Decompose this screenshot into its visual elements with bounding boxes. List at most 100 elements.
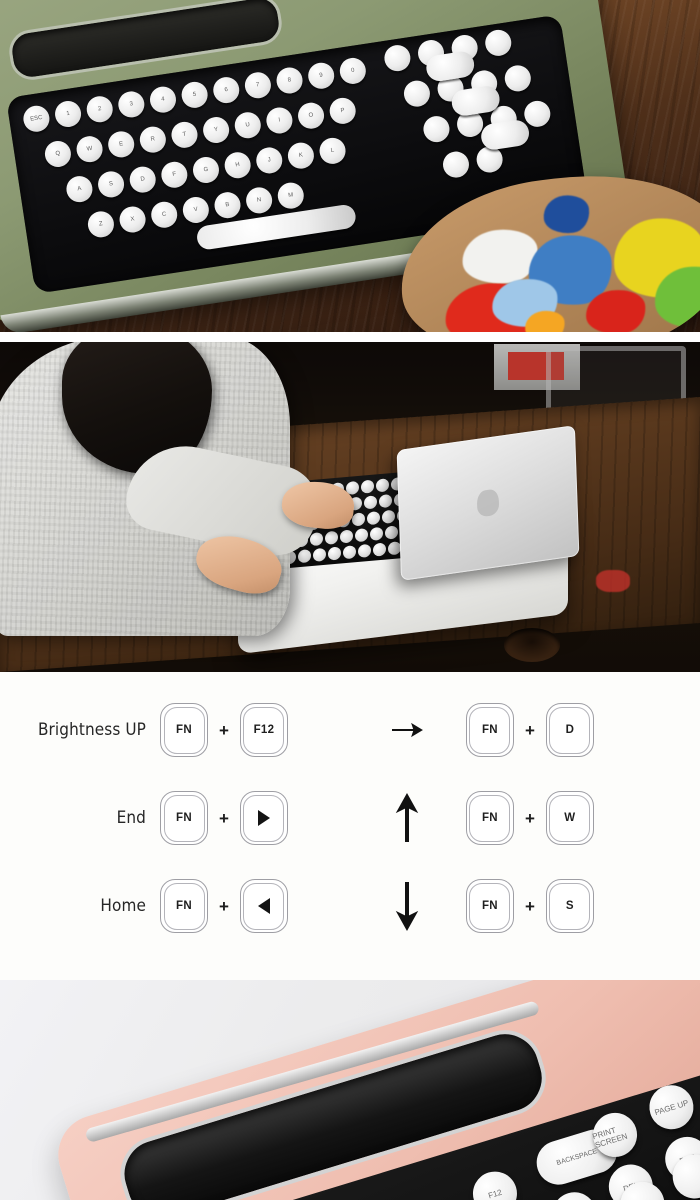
left-key-combo: FN +: [160, 879, 288, 933]
key-glyph-left[interactable]: [239, 791, 288, 845]
right-key-combo: FN + S: [465, 879, 594, 933]
key-d-right[interactable]: D: [545, 703, 594, 757]
photo-keycap: 6: [211, 75, 242, 105]
photo-keycap: PAGE UP: [643, 1079, 699, 1135]
key-fn-right[interactable]: FN: [465, 703, 514, 757]
photo-keycap: T: [169, 120, 200, 150]
photo-keycap: U: [232, 110, 263, 141]
red-paint-mark: [596, 570, 630, 592]
triangle-right-icon: [257, 810, 270, 826]
docked-tablet: [396, 425, 580, 581]
triangle-left-icon: [257, 898, 270, 914]
pink-keyboard-body: F7F8F9F10F11F12BACKSPACEPRINT SCREENPAGE…: [48, 980, 700, 1200]
photo-keycap: C: [149, 199, 180, 230]
photo-keycap: P: [327, 96, 358, 126]
key-glyph-left[interactable]: [239, 879, 288, 933]
photo-keycap: Y: [201, 115, 231, 145]
key-cap-label: FN: [176, 812, 192, 824]
plus-separator: +: [219, 808, 229, 828]
photo-keycap: G: [191, 155, 221, 185]
key-fn-left[interactable]: FN: [160, 703, 208, 757]
photo-keycap: 8: [274, 65, 305, 96]
key-s-right[interactable]: S: [545, 879, 594, 933]
plus-separator: +: [524, 896, 535, 916]
photo-keycap: 7: [243, 70, 273, 101]
photo-keycap: 4: [148, 84, 178, 115]
photo-keycap: 0: [338, 56, 368, 86]
plus-separator: +: [219, 896, 229, 916]
photo-keycap: [421, 114, 452, 144]
key-cap-label: FN: [176, 900, 192, 912]
photo-keycap: [373, 542, 386, 557]
photo-keycap: Q: [43, 139, 73, 169]
tablet-logo: [476, 488, 500, 518]
key-cap-label: FN: [481, 900, 498, 912]
key-cap-label: FN: [481, 724, 498, 736]
key-cap-label: S: [565, 900, 574, 912]
photo-pink-keyboard-closeup: F7F8F9F10F11F12BACKSPACEPRINT SCREENPAGE…: [0, 980, 700, 1200]
photo-green-keyboard-on-wooden-desk: ESC 1 2 3 4 5 6 7 8 9 0 Q W E R T Y U I O P A S D F G H J K L Z X C V B N M: [0, 0, 700, 332]
photo-keycap: 9: [306, 60, 336, 91]
key-cap-label: D: [565, 724, 575, 736]
photo-keycap: INSERT: [547, 1186, 602, 1200]
photo-keycap: 2: [84, 94, 115, 125]
photo-keycap: [402, 78, 432, 109]
photo-keycap: W: [74, 134, 105, 164]
paint-blob: [541, 192, 592, 237]
photo-keycap: 5: [179, 80, 210, 110]
photo-keycap: [325, 530, 338, 545]
photo-keycap: I: [264, 105, 295, 136]
photo-keycap: [340, 529, 353, 544]
plus-separator: +: [219, 720, 229, 740]
shortcut-row: Brightness UP FN + F12 FN + D: [0, 686, 700, 774]
product-detail-page: ESC 1 2 3 4 5 6 7 8 9 0 Q W E R T Y U I O P A S D F G H J K L Z X C V B N M …: [0, 0, 700, 1200]
photo-keycap: 3: [116, 89, 147, 120]
function-key-shortcut-panel: Brightness UP FN + F12 FN + D End FN + FN + W Home FN +…: [0, 672, 700, 980]
photo-keycap-wide: [479, 118, 531, 152]
shortcut-label: End: [116, 808, 146, 828]
arrow-right-icon: [348, 704, 466, 756]
photo-keycap: ESC: [21, 103, 52, 134]
key-fn-right[interactable]: FN: [465, 791, 514, 845]
key-f12-left[interactable]: F12: [239, 703, 288, 757]
key-fn-left[interactable]: FN: [160, 879, 208, 933]
photo-keycap: [502, 63, 533, 94]
photo-keycap: K: [286, 140, 316, 171]
photo-keycap: [364, 495, 377, 510]
photo-keycap: [370, 526, 383, 541]
right-key-combo: FN + W: [465, 791, 594, 845]
key-cap-label: FN: [481, 812, 498, 824]
photo-keycap: [382, 43, 413, 73]
photo-keycap: [358, 543, 371, 558]
photo-keycap: 1: [53, 99, 83, 129]
photo-keycap: V: [181, 195, 211, 225]
photo-keycap: A: [64, 174, 95, 204]
photo-keycap: [483, 28, 514, 58]
left-key-combo: FN +: [160, 791, 288, 845]
photo-keycap: O: [296, 100, 326, 131]
photo-keycap: [441, 149, 471, 180]
photo-keycap: [310, 532, 323, 547]
left-key-combo: FN + F12: [160, 703, 288, 757]
photo-keycap: [367, 511, 380, 526]
photo-keycap: [376, 478, 389, 493]
key-w-right[interactable]: W: [545, 791, 594, 845]
photo-keycap: S: [96, 169, 126, 200]
photo-keycap: [361, 479, 374, 494]
photo-keycap: L: [317, 136, 348, 166]
photo-keycap: [352, 512, 365, 527]
key-cap-label: FN: [176, 724, 192, 736]
arrow-up-icon: [348, 792, 466, 844]
photo-keycap: [385, 525, 398, 540]
photo-keycap: [328, 546, 341, 561]
photo-keycap: Z: [86, 209, 116, 240]
photo-keycap: F12: [467, 1166, 523, 1200]
shortcut-label: Brightness UP: [37, 720, 146, 740]
photo-keycap: [298, 549, 311, 564]
plus-separator: +: [524, 720, 535, 740]
key-cap-label: W: [564, 812, 576, 824]
photo-keycap: E: [106, 129, 137, 160]
shortcut-label: Home: [100, 896, 146, 916]
key-fn-right[interactable]: FN: [465, 879, 514, 933]
key-fn-left[interactable]: FN: [160, 791, 208, 845]
